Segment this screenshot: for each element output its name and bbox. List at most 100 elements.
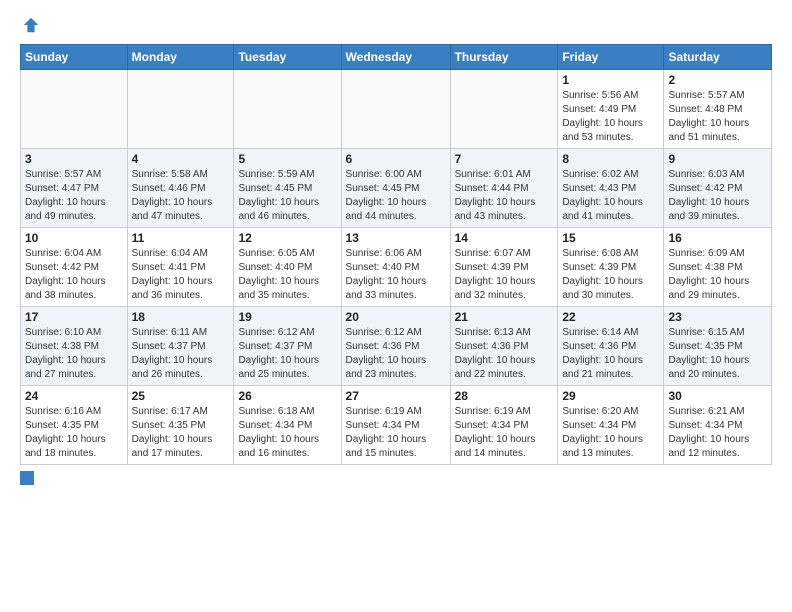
calendar-cell: 11 Sunrise: 6:04 AM Sunset: 4:41 PM Dayli… xyxy=(127,228,234,307)
calendar-cell: 5Sunrise: 5:59 AM Sunset: 4:45 PM Daylig… xyxy=(234,149,341,228)
calendar-week-row: 1Sunrise: 5:56 AM Sunset: 4:49 PM Daylig… xyxy=(21,70,772,149)
day-number: 30 xyxy=(668,389,767,403)
calendar-cell xyxy=(234,70,341,149)
calendar-table: SundayMondayTuesdayWednesdayThursdayFrid… xyxy=(20,44,772,465)
calendar-cell: 4 Sunrise: 5:58 AM Sunset: 4:46 PM Daylig… xyxy=(127,149,234,228)
calendar-cell: 8Sunrise: 6:02 AM Sunset: 4:43 PM Daylig… xyxy=(558,149,664,228)
day-info: Sunrise: 6:04 AM Sunset: 4:41 PM Dayligh… xyxy=(132,247,230,303)
day-number: 19 xyxy=(238,310,336,324)
weekday-header-tuesday: Tuesday xyxy=(234,45,341,70)
day-info: Sunrise: 6:12 AM Sunset: 4:37 PM Dayligh… xyxy=(238,326,336,382)
calendar-week-row: 24 Sunrise: 6:16 AM Sunset: 4:35 PM Dayli… xyxy=(21,386,772,465)
calendar-cell: 22 Sunrise: 6:14 AM Sunset: 4:36 PM Dayli… xyxy=(558,307,664,386)
day-number: 6 xyxy=(346,152,446,166)
calendar-cell: 18 Sunrise: 6:11 AM Sunset: 4:37 PM Dayli… xyxy=(127,307,234,386)
day-number: 24 xyxy=(25,389,123,403)
calendar-cell: 24 Sunrise: 6:16 AM Sunset: 4:35 PM Dayli… xyxy=(21,386,128,465)
day-number: 7 xyxy=(455,152,554,166)
weekday-header-sunday: Sunday xyxy=(21,45,128,70)
day-number: 2 xyxy=(668,73,767,87)
day-info: Sunrise: 6:01 AM Sunset: 4:44 PM Dayligh… xyxy=(455,168,554,224)
calendar-week-row: 10 Sunrise: 6:04 AM Sunset: 4:42 PM Dayli… xyxy=(21,228,772,307)
header xyxy=(20,16,772,34)
logo-icon xyxy=(22,16,40,34)
calendar-cell: 12 Sunrise: 6:05 AM Sunset: 4:40 PM Dayli… xyxy=(234,228,341,307)
day-number: 23 xyxy=(668,310,767,324)
calendar-cell: 26Sunrise: 6:18 AM Sunset: 4:34 PM Dayli… xyxy=(234,386,341,465)
day-info: Sunrise: 5:57 AM Sunset: 4:48 PM Dayligh… xyxy=(668,89,767,145)
calendar-cell: 17Sunrise: 6:10 AM Sunset: 4:38 PM Dayli… xyxy=(21,307,128,386)
day-info: Sunrise: 6:07 AM Sunset: 4:39 PM Dayligh… xyxy=(455,247,554,303)
day-number: 25 xyxy=(132,389,230,403)
footer xyxy=(20,471,772,485)
weekday-header-saturday: Saturday xyxy=(664,45,772,70)
calendar-week-row: 3 Sunrise: 5:57 AM Sunset: 4:47 PM Daylig… xyxy=(21,149,772,228)
weekday-header-wednesday: Wednesday xyxy=(341,45,450,70)
day-info: Sunrise: 6:02 AM Sunset: 4:43 PM Dayligh… xyxy=(562,168,659,224)
day-number: 22 xyxy=(562,310,659,324)
day-info: Sunrise: 6:20 AM Sunset: 4:34 PM Dayligh… xyxy=(562,405,659,461)
day-info: Sunrise: 6:19 AM Sunset: 4:34 PM Dayligh… xyxy=(455,405,554,461)
day-info: Sunrise: 6:15 AM Sunset: 4:35 PM Dayligh… xyxy=(668,326,767,382)
day-info: Sunrise: 6:16 AM Sunset: 4:35 PM Dayligh… xyxy=(25,405,123,461)
day-number: 10 xyxy=(25,231,123,245)
day-number: 1 xyxy=(562,73,659,87)
day-number: 11 xyxy=(132,231,230,245)
weekday-header-thursday: Thursday xyxy=(450,45,558,70)
day-number: 18 xyxy=(132,310,230,324)
day-number: 27 xyxy=(346,389,446,403)
weekday-header-monday: Monday xyxy=(127,45,234,70)
day-info: Sunrise: 6:05 AM Sunset: 4:40 PM Dayligh… xyxy=(238,247,336,303)
calendar-week-row: 17Sunrise: 6:10 AM Sunset: 4:38 PM Dayli… xyxy=(21,307,772,386)
day-number: 15 xyxy=(562,231,659,245)
calendar-cell: 3 Sunrise: 5:57 AM Sunset: 4:47 PM Daylig… xyxy=(21,149,128,228)
calendar-cell: 9Sunrise: 6:03 AM Sunset: 4:42 PM Daylig… xyxy=(664,149,772,228)
calendar-cell: 14 Sunrise: 6:07 AM Sunset: 4:39 PM Dayli… xyxy=(450,228,558,307)
calendar-cell: 21Sunrise: 6:13 AM Sunset: 4:36 PM Dayli… xyxy=(450,307,558,386)
calendar-cell: 1Sunrise: 5:56 AM Sunset: 4:49 PM Daylig… xyxy=(558,70,664,149)
day-number: 20 xyxy=(346,310,446,324)
day-info: Sunrise: 6:06 AM Sunset: 4:40 PM Dayligh… xyxy=(346,247,446,303)
calendar-cell: 10 Sunrise: 6:04 AM Sunset: 4:42 PM Dayli… xyxy=(21,228,128,307)
calendar-cell: 27 Sunrise: 6:19 AM Sunset: 4:34 PM Dayli… xyxy=(341,386,450,465)
day-number: 29 xyxy=(562,389,659,403)
calendar-cell: 20 Sunrise: 6:12 AM Sunset: 4:36 PM Dayli… xyxy=(341,307,450,386)
day-info: Sunrise: 6:14 AM Sunset: 4:36 PM Dayligh… xyxy=(562,326,659,382)
day-info: Sunrise: 5:57 AM Sunset: 4:47 PM Dayligh… xyxy=(25,168,123,224)
day-number: 16 xyxy=(668,231,767,245)
day-number: 17 xyxy=(25,310,123,324)
day-info: Sunrise: 6:03 AM Sunset: 4:42 PM Dayligh… xyxy=(668,168,767,224)
day-number: 21 xyxy=(455,310,554,324)
logo xyxy=(20,16,40,34)
calendar-cell xyxy=(450,70,558,149)
day-number: 12 xyxy=(238,231,336,245)
calendar-cell: 30 Sunrise: 6:21 AM Sunset: 4:34 PM Dayli… xyxy=(664,386,772,465)
day-info: Sunrise: 6:19 AM Sunset: 4:34 PM Dayligh… xyxy=(346,405,446,461)
day-number: 26 xyxy=(238,389,336,403)
calendar-cell xyxy=(127,70,234,149)
day-number: 28 xyxy=(455,389,554,403)
day-info: Sunrise: 5:58 AM Sunset: 4:46 PM Dayligh… xyxy=(132,168,230,224)
day-info: Sunrise: 6:11 AM Sunset: 4:37 PM Dayligh… xyxy=(132,326,230,382)
day-info: Sunrise: 6:21 AM Sunset: 4:34 PM Dayligh… xyxy=(668,405,767,461)
calendar-cell: 7 Sunrise: 6:01 AM Sunset: 4:44 PM Daylig… xyxy=(450,149,558,228)
day-info: Sunrise: 6:09 AM Sunset: 4:38 PM Dayligh… xyxy=(668,247,767,303)
calendar-cell: 23 Sunrise: 6:15 AM Sunset: 4:35 PM Dayli… xyxy=(664,307,772,386)
logo-text xyxy=(20,16,40,34)
calendar-cell: 2 Sunrise: 5:57 AM Sunset: 4:48 PM Daylig… xyxy=(664,70,772,149)
calendar-cell: 28 Sunrise: 6:19 AM Sunset: 4:34 PM Dayli… xyxy=(450,386,558,465)
calendar-cell: 13Sunrise: 6:06 AM Sunset: 4:40 PM Dayli… xyxy=(341,228,450,307)
day-info: Sunrise: 6:00 AM Sunset: 4:45 PM Dayligh… xyxy=(346,168,446,224)
calendar-cell: 16 Sunrise: 6:09 AM Sunset: 4:38 PM Dayli… xyxy=(664,228,772,307)
calendar-cell: 29 Sunrise: 6:20 AM Sunset: 4:34 PM Dayli… xyxy=(558,386,664,465)
day-info: Sunrise: 6:08 AM Sunset: 4:39 PM Dayligh… xyxy=(562,247,659,303)
day-info: Sunrise: 6:04 AM Sunset: 4:42 PM Dayligh… xyxy=(25,247,123,303)
day-info: Sunrise: 6:12 AM Sunset: 4:36 PM Dayligh… xyxy=(346,326,446,382)
day-number: 5 xyxy=(238,152,336,166)
calendar-cell xyxy=(341,70,450,149)
calendar-cell: 15 Sunrise: 6:08 AM Sunset: 4:39 PM Dayli… xyxy=(558,228,664,307)
day-number: 3 xyxy=(25,152,123,166)
day-number: 4 xyxy=(132,152,230,166)
day-number: 14 xyxy=(455,231,554,245)
calendar-header: SundayMondayTuesdayWednesdayThursdayFrid… xyxy=(21,45,772,70)
